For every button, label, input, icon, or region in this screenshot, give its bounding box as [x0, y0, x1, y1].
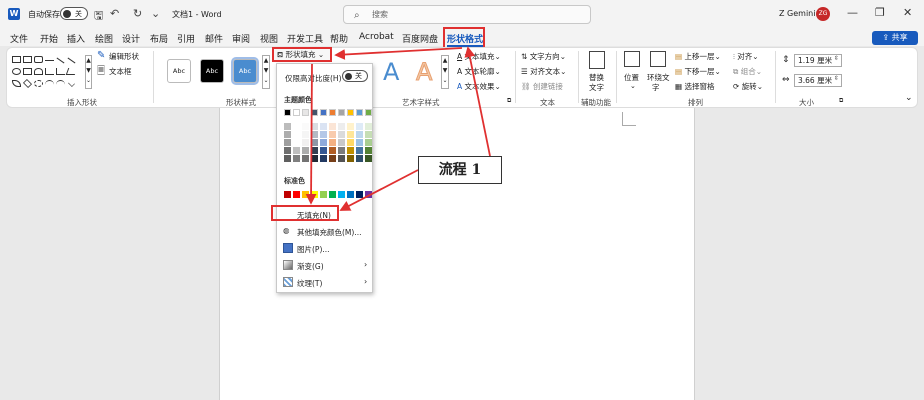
arrow-fill-to-nofill [305, 63, 317, 205]
annotation-arrows [305, 46, 491, 211]
arrow-callout-to-tab [464, 46, 491, 157]
callout-box: 流程 1 [418, 156, 502, 184]
arrow-callout-to-nofill [339, 169, 419, 211]
arrow-tab-to-fill [334, 47, 463, 60]
